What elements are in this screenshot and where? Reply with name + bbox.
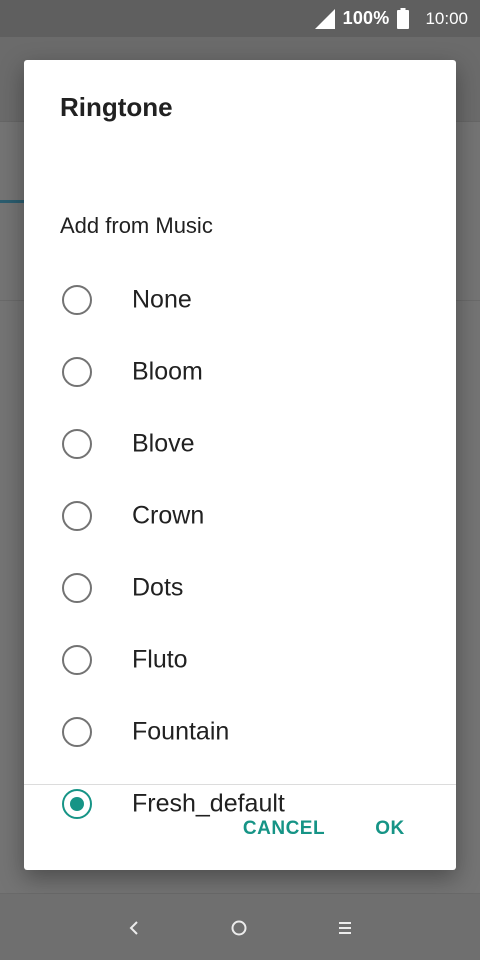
cancel-button[interactable]: CANCEL bbox=[234, 809, 334, 849]
option-label: Crown bbox=[132, 501, 205, 530]
battery-percent: 100% bbox=[342, 8, 390, 28]
ringtone-option-dots[interactable]: Dots bbox=[24, 552, 456, 624]
option-label: Fluto bbox=[132, 645, 188, 674]
radio-button[interactable] bbox=[62, 717, 92, 747]
radio-button[interactable] bbox=[62, 573, 92, 603]
dialog-actions: CANCEL OK bbox=[24, 785, 456, 870]
menu-icon[interactable] bbox=[333, 916, 357, 940]
battery-icon bbox=[397, 8, 410, 29]
radio-button[interactable] bbox=[62, 285, 92, 315]
option-label: Blove bbox=[132, 429, 195, 458]
option-label: Fountain bbox=[132, 717, 230, 746]
option-label: None bbox=[132, 285, 192, 314]
background-accent-line bbox=[0, 200, 24, 203]
add-from-music-item[interactable]: Add from Music bbox=[24, 200, 456, 252]
back-icon[interactable] bbox=[122, 916, 146, 940]
ringtone-option-fluto[interactable]: Fluto bbox=[24, 624, 456, 696]
radio-button[interactable] bbox=[62, 357, 92, 387]
option-label: Bloom bbox=[132, 357, 203, 386]
radio-button[interactable] bbox=[62, 429, 92, 459]
radio-button[interactable] bbox=[62, 501, 92, 531]
dialog-title: Ringtone bbox=[60, 92, 173, 122]
option-label: Dots bbox=[132, 573, 184, 602]
ringtone-option-bloom[interactable]: Bloom bbox=[24, 336, 456, 408]
ringtone-option-blove[interactable]: Blove bbox=[24, 408, 456, 480]
ringtone-option-none[interactable]: None bbox=[24, 264, 456, 336]
signal-icon bbox=[314, 8, 335, 29]
ringtone-option-fountain[interactable]: Fountain bbox=[24, 696, 456, 768]
ok-button[interactable]: OK bbox=[360, 809, 420, 849]
clock: 10:00 bbox=[425, 8, 468, 28]
navigation-bar bbox=[0, 894, 480, 960]
home-icon[interactable] bbox=[227, 916, 251, 940]
radio-button[interactable] bbox=[62, 645, 92, 675]
status-bar: 100% 10:00 bbox=[0, 0, 480, 37]
ringtone-dialog: Ringtone Add from Music None Bloom Blove… bbox=[24, 60, 456, 870]
ringtone-option-crown[interactable]: Crown bbox=[24, 480, 456, 552]
